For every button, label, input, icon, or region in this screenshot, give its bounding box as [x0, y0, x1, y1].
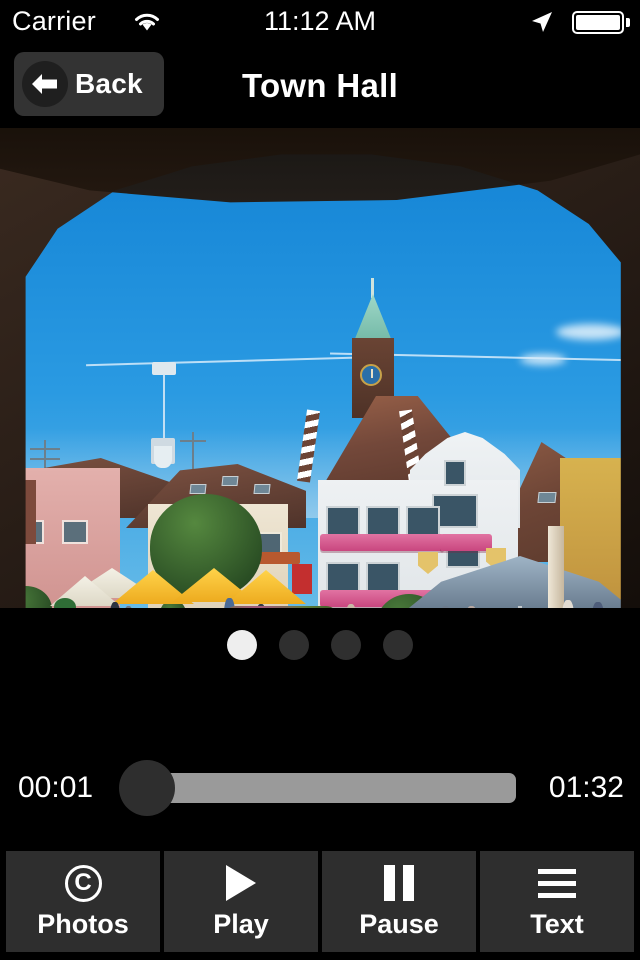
location-arrow-icon	[530, 10, 554, 34]
play-button-label: Play	[213, 909, 269, 939]
page-dot-2[interactable]	[279, 630, 309, 660]
facade-window	[62, 520, 88, 544]
back-button-label: Back	[75, 68, 143, 99]
antenna	[180, 440, 206, 442]
status-bar: Carrier 11:12 AM	[0, 0, 640, 44]
play-icon	[226, 863, 256, 903]
text-button-label: Text	[530, 909, 584, 939]
scrubber-track[interactable]	[136, 773, 516, 803]
flower-box	[440, 534, 492, 551]
facade-window	[366, 562, 400, 592]
dormer-window	[253, 484, 271, 494]
umbrella-pole	[518, 606, 522, 608]
facade-window	[326, 562, 360, 592]
audio-scrubber[interactable]: 00:01 01:32	[0, 752, 640, 824]
duration-label: 01:32	[548, 771, 624, 804]
page-dot-1[interactable]	[227, 630, 257, 660]
hamburger-icon	[538, 863, 576, 903]
tower-finial	[371, 278, 374, 298]
antenna	[30, 448, 60, 450]
banner-flag	[292, 564, 312, 594]
text-button[interactable]: Text	[480, 851, 634, 952]
antenna	[30, 458, 60, 460]
copyright-icon: C	[64, 863, 102, 903]
pause-button-label: Pause	[359, 909, 439, 939]
photos-button-label: Photos	[37, 909, 129, 939]
pause-button[interactable]: Pause	[322, 851, 476, 952]
page-dot-4[interactable]	[383, 630, 413, 660]
dormer-window	[221, 476, 239, 486]
fountain-flowers	[224, 606, 338, 608]
dormer-window	[189, 484, 207, 494]
cloud	[556, 324, 626, 340]
back-button[interactable]: Back	[14, 52, 164, 116]
photos-button[interactable]: C Photos	[6, 851, 160, 952]
battery-full-icon	[572, 11, 624, 34]
elapsed-time-label: 00:01	[18, 771, 94, 804]
tower-clock	[360, 364, 382, 386]
facade-window	[326, 506, 360, 536]
town-hall-photo	[0, 128, 640, 608]
scrubber-thumb[interactable]	[119, 760, 175, 816]
page-dot-3[interactable]	[331, 630, 361, 660]
gable-window	[444, 460, 466, 486]
pause-icon	[384, 863, 414, 903]
page-control[interactable]	[0, 622, 640, 668]
app-screen: Carrier 11:12 AM Town Hall Back 00:01 01…	[0, 0, 640, 960]
dormer-window	[537, 492, 557, 503]
navigation-bar: Town Hall Back	[0, 44, 640, 128]
battery-cap	[626, 18, 630, 27]
lamp-head	[154, 446, 172, 468]
facade-window	[366, 506, 400, 536]
arrow-left-icon	[22, 61, 68, 107]
facade-window	[406, 506, 440, 536]
photo-viewer[interactable]	[0, 128, 640, 608]
bottom-toolbar: C Photos Play Pause Text	[6, 851, 634, 952]
lamp-stem	[163, 374, 165, 440]
play-button[interactable]: Play	[164, 851, 318, 952]
stone-column	[548, 526, 564, 608]
flower-box	[320, 534, 444, 551]
